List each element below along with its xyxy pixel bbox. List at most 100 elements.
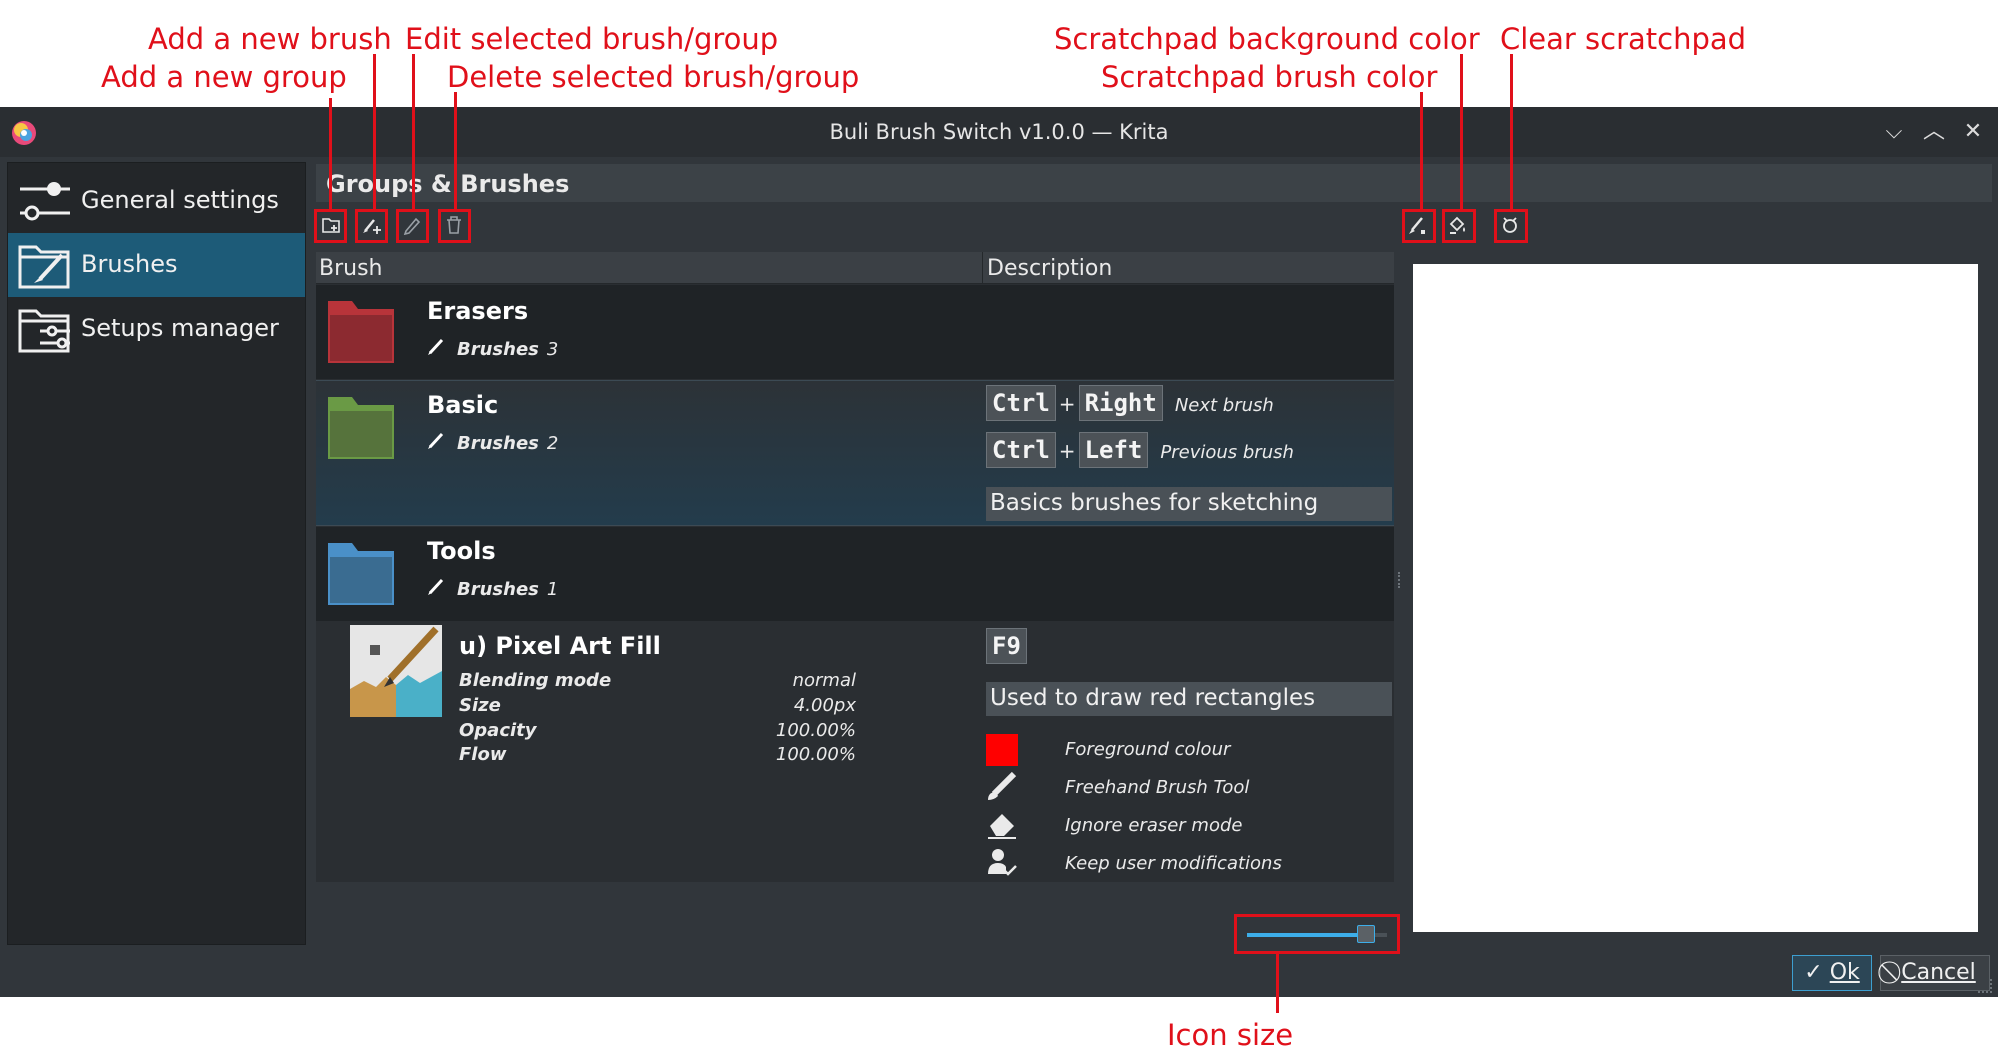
maximize-button[interactable]: ︿ xyxy=(1921,119,1947,145)
group-count-value: 3 xyxy=(546,339,559,360)
annotation-scratch-brush: Scratchpad brush color xyxy=(1101,60,1438,94)
annotation-add-group: Add a new group xyxy=(101,60,347,94)
check-icon: ✓ xyxy=(1804,960,1830,985)
prop-label: Blending mode xyxy=(459,670,612,691)
shortcut-description: Next brush xyxy=(1174,395,1274,416)
sidebar-item-general-settings[interactable]: General settings xyxy=(8,169,305,233)
group-name: Tools xyxy=(427,537,496,565)
brush-tree[interactable]: Brush Description Erasers Brushes 3 Basi… xyxy=(316,252,1394,915)
group-count-label: Brushes xyxy=(457,579,539,600)
sliders-icon xyxy=(20,182,70,221)
eraser-icon xyxy=(986,808,1018,840)
sidebar-item-label: General settings xyxy=(81,186,279,214)
shortcut-description: Previous brush xyxy=(1160,442,1294,463)
key-cap: Ctrl xyxy=(986,385,1056,421)
key-separator: + xyxy=(1058,392,1076,416)
prop-value: normal xyxy=(792,670,856,691)
option-text: Freehand Brush Tool xyxy=(1065,777,1250,798)
brush-description: Used to draw red rectangles xyxy=(986,682,1392,716)
sidebar-item-setups-manager[interactable]: Setups manager xyxy=(8,297,305,361)
brush-preset-thumbnail xyxy=(350,625,442,717)
leader-line xyxy=(1460,54,1463,210)
annotation-delete-selected: Delete selected brush/group xyxy=(447,60,860,94)
highlight-box xyxy=(396,209,429,243)
leader-line xyxy=(1420,92,1423,210)
brush-row-pixel-art-fill[interactable]: u) Pixel Art Fill Blending mode normal S… xyxy=(316,622,1394,882)
leader-line xyxy=(329,98,332,210)
user-check-icon xyxy=(986,846,1018,878)
group-description: Basics brushes for sketching xyxy=(986,487,1392,521)
shortcut-next: Ctrl + Right Next brush xyxy=(986,385,1274,421)
key-cap: Right xyxy=(1078,385,1163,421)
key-separator: + xyxy=(1058,439,1076,463)
leader-line xyxy=(1276,953,1279,1013)
annotation-edit-selected: Edit selected brush/group xyxy=(405,22,779,56)
sidebar-item-brushes[interactable]: Brushes xyxy=(8,233,305,297)
leader-line xyxy=(412,54,415,210)
brush-icon xyxy=(427,431,445,454)
prop-label: Size xyxy=(459,695,501,716)
dialog-window: Buli Brush Switch v1.0.0 — Krita ⌵ ︿ ✕ G… xyxy=(0,107,1998,997)
prop-label: Flow xyxy=(459,744,507,765)
highlight-box xyxy=(314,209,347,243)
highlight-box xyxy=(355,209,388,243)
resize-grip[interactable] xyxy=(1978,979,1992,993)
color-swatch-icon xyxy=(986,734,1018,766)
panel-title: Groups & Brushes xyxy=(326,170,570,198)
highlight-box xyxy=(438,209,471,243)
shortcut-previous: Ctrl + Left Previous brush xyxy=(986,432,1294,468)
key-cap: Left xyxy=(1078,432,1149,468)
group-count-label: Brushes xyxy=(457,433,539,454)
option-text: Ignore eraser mode xyxy=(1065,815,1243,836)
leader-line xyxy=(373,54,376,210)
prop-value: 100.00% xyxy=(775,744,856,765)
highlight-box xyxy=(1494,209,1528,243)
column-header-brush[interactable]: Brush xyxy=(319,256,383,281)
highlight-box xyxy=(1402,209,1436,243)
option-text: Keep user modifications xyxy=(1065,853,1282,874)
folder-icon xyxy=(328,543,394,605)
brush-icon xyxy=(427,577,445,600)
group-count: Brushes 2 xyxy=(427,431,558,454)
leader-line xyxy=(1510,54,1513,210)
group-count-value: 1 xyxy=(546,579,559,600)
group-name: Basic xyxy=(427,391,499,419)
brush-shortcut: F9 xyxy=(986,628,1027,664)
column-header-description[interactable]: Description xyxy=(987,256,1112,281)
minimize-button[interactable]: ⌵ xyxy=(1881,119,1907,145)
group-row-tools[interactable]: Tools Brushes 1 xyxy=(316,527,1394,621)
option-text: Foreground colour xyxy=(1065,739,1231,760)
highlight-box xyxy=(1234,914,1400,954)
sidebar-item-label: Setups manager xyxy=(81,314,279,342)
group-count-value: 2 xyxy=(546,433,559,454)
sidebar: General settings Brushes Setups manager xyxy=(7,162,306,945)
group-row-erasers[interactable]: Erasers Brushes 3 xyxy=(316,285,1394,379)
annotation-icon-size: Icon size xyxy=(1167,1018,1294,1052)
brush-name: u) Pixel Art Fill xyxy=(459,632,661,660)
ok-button[interactable]: ✓ Ok xyxy=(1792,955,1872,991)
group-row-basic[interactable]: Basic Brushes 2 Ctrl + Right Next brush Ctrl… xyxy=(316,380,1394,526)
prop-value: 4.00px xyxy=(793,695,856,716)
group-count: Brushes 1 xyxy=(427,577,558,600)
title-bar[interactable]: Buli Brush Switch v1.0.0 — Krita ⌵ ︿ ✕ xyxy=(0,107,1998,157)
highlight-box xyxy=(1442,209,1476,243)
scratchpad-canvas[interactable] xyxy=(1413,264,1978,932)
prop-value: 100.00% xyxy=(775,720,856,741)
close-button[interactable]: ✕ xyxy=(1960,119,1986,145)
tree-footer xyxy=(316,882,1394,915)
folder-settings-icon xyxy=(18,309,70,353)
ok-label: Ok xyxy=(1829,960,1860,985)
cancel-button[interactable]: ⃠ Cancel xyxy=(1880,955,1990,991)
panel-header: Groups & Brushes xyxy=(316,164,1992,202)
annotation-clear-scratch: Clear scratchpad xyxy=(1500,22,1747,56)
window-title: Buli Brush Switch v1.0.0 — Krita xyxy=(829,120,1169,144)
annotation-add-brush: Add a new brush xyxy=(148,22,392,56)
group-name: Erasers xyxy=(427,297,529,325)
key-cap: F9 xyxy=(986,628,1027,664)
splitter-handle[interactable] xyxy=(1398,572,1401,588)
brush-icon xyxy=(427,337,445,360)
brush-tool-icon xyxy=(986,770,1018,802)
group-count-label: Brushes xyxy=(457,339,539,360)
key-cap: Ctrl xyxy=(986,432,1056,468)
folder-brush-icon xyxy=(18,245,70,289)
